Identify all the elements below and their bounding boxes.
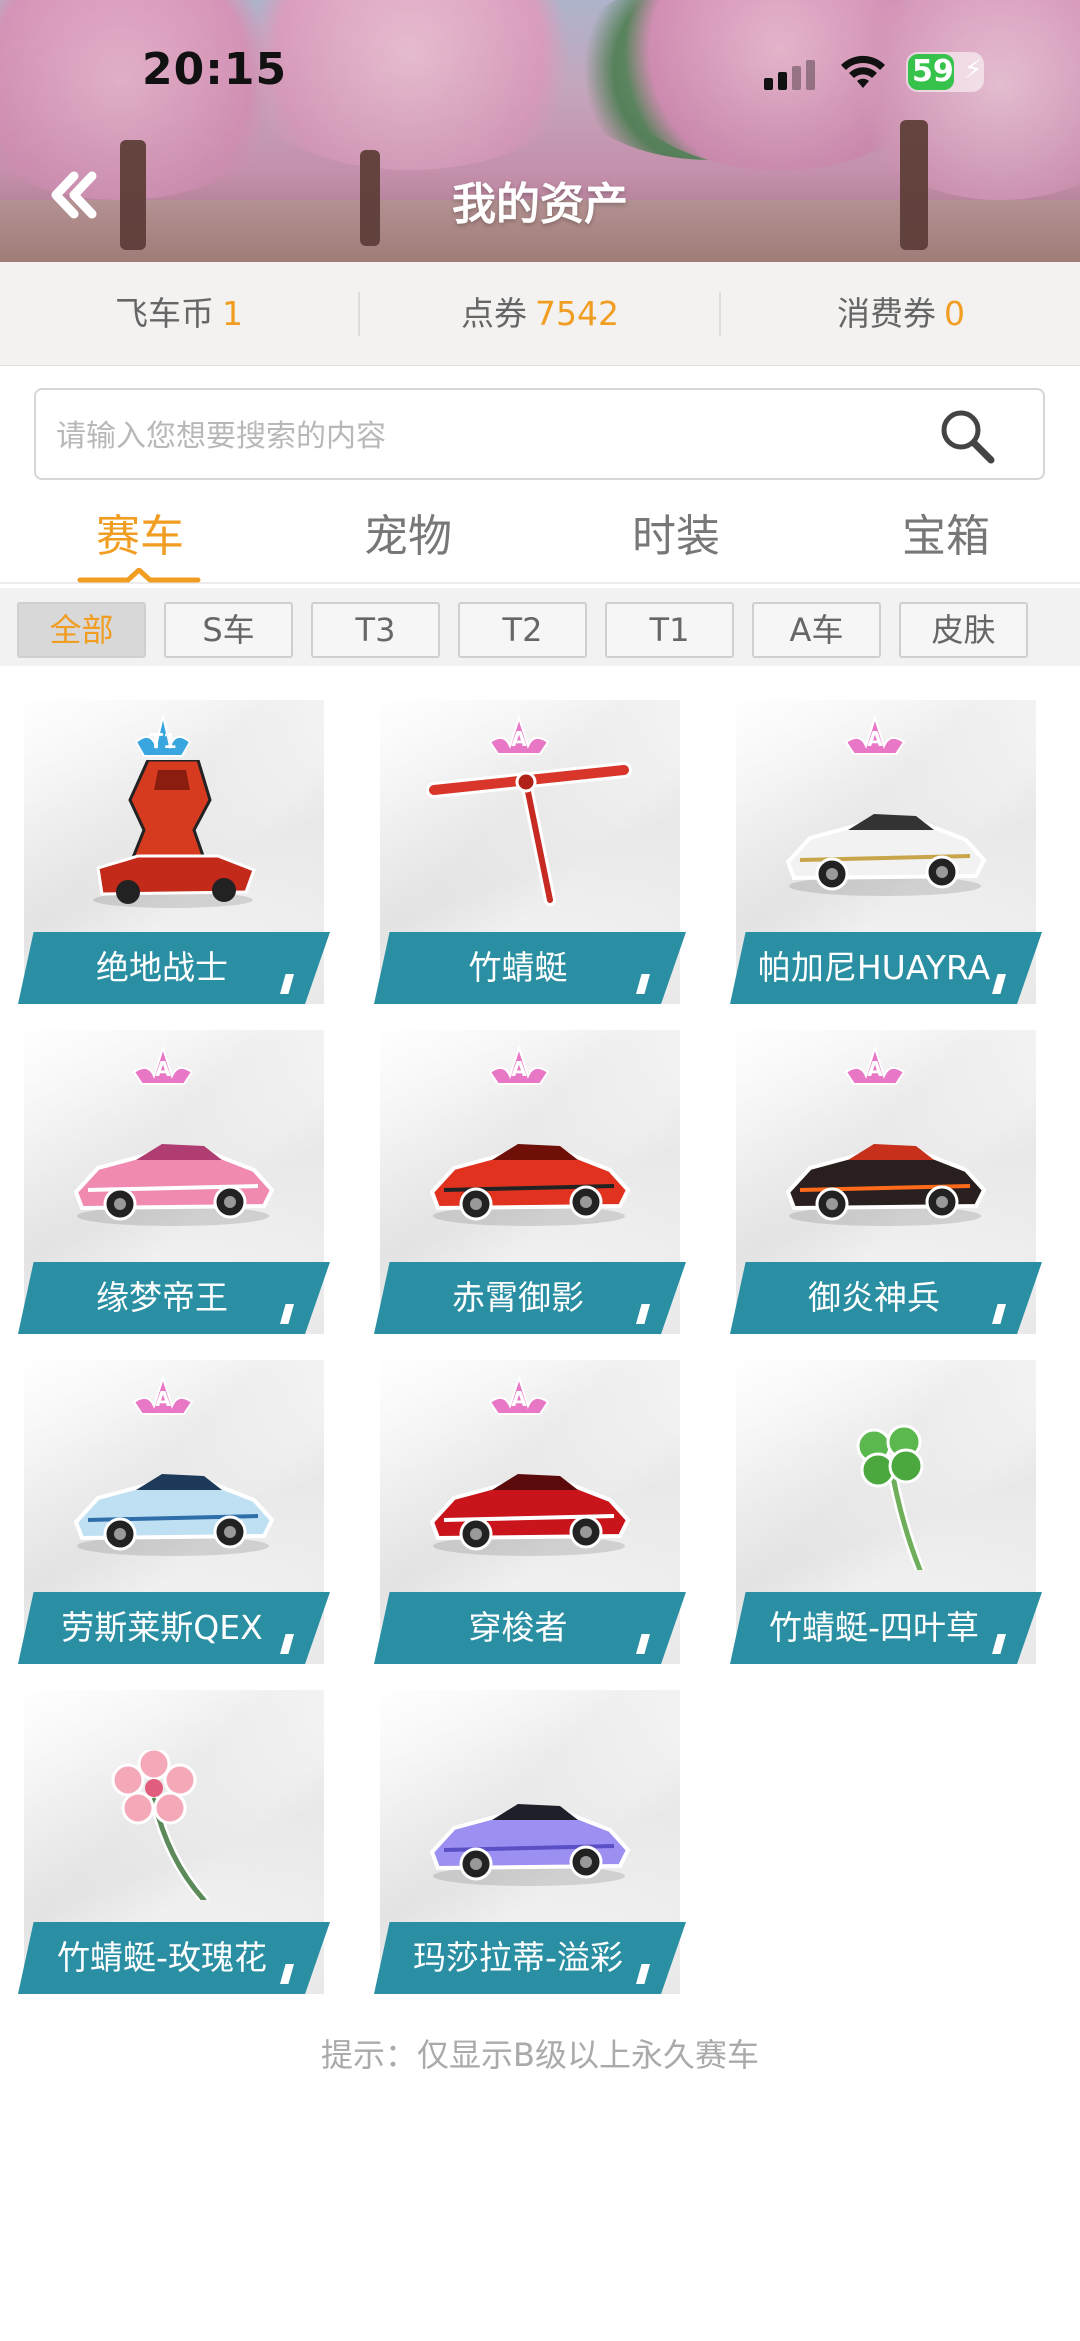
grade-a-badge-icon: A [484, 1042, 554, 1090]
purple-supercar-icon [414, 1750, 644, 1900]
asset-card[interactable]: A 帕加尼HUAYRA [730, 700, 1060, 1012]
currency-value: 7542 [535, 294, 619, 333]
svg-text:T1: T1 [149, 729, 177, 753]
asset-name: 竹蜻蜓-四叶草 [769, 1608, 979, 1647]
grade-t1-badge-icon: T1 [128, 712, 198, 760]
currency-label: 消费券 [837, 294, 936, 333]
asset-card[interactable]: A 缘梦帝王 [18, 1030, 348, 1342]
currency-value: 1 [222, 294, 243, 333]
asset-name: 御炎神兵 [808, 1278, 940, 1317]
asset-card[interactable]: 竹蜻蜓-玫瑰花 [18, 1690, 348, 2002]
currency-coins: 飞车币 1 [0, 262, 358, 366]
red-racer-icon [414, 1090, 644, 1240]
filter-a-car[interactable]: A车 [752, 602, 881, 658]
filter-all[interactable]: 全部 [17, 602, 146, 658]
active-tab-indicator [77, 568, 201, 583]
white-supercar-icon [770, 760, 1000, 910]
asset-name: 穿梭者 [468, 1608, 568, 1647]
grade-a-badge-icon: A [840, 712, 910, 760]
svg-text:A: A [867, 727, 883, 751]
search-input[interactable] [56, 410, 936, 462]
currency-label: 点券 [461, 294, 527, 333]
blue-concept-car-icon [58, 1420, 288, 1570]
asset-card[interactable]: A 劳斯莱斯QEX [18, 1360, 348, 1672]
grade-a-badge-icon: A [484, 712, 554, 760]
currency-vouchers: 消费券 0 [722, 262, 1080, 366]
search-icon[interactable] [937, 406, 997, 466]
grade-filter-bar: 全部 S车 T3 T2 T1 A车 皮肤 [0, 588, 1080, 666]
red-roadster-icon [414, 1420, 644, 1570]
tab-racing-cars[interactable]: 赛车 [40, 500, 240, 564]
cellular-signal-icon [764, 60, 820, 90]
asset-name: 劳斯莱斯QEX [61, 1608, 263, 1647]
svg-text:A: A [867, 1057, 883, 1081]
asset-card[interactable]: A 御炎神兵 [730, 1030, 1060, 1342]
grade-a-badge-icon: A [840, 1042, 910, 1090]
wifi-icon [841, 55, 885, 88]
grade-a-badge-icon: A [484, 1372, 554, 1420]
hint-text: 提示：仅显示B级以上永久赛车 [321, 2036, 759, 2074]
currency-value: 0 [944, 294, 965, 333]
clover-dragonfly-icon [770, 1420, 1000, 1575]
svg-text:A: A [155, 1387, 171, 1411]
asset-card[interactable]: A 竹蜻蜓 [374, 700, 704, 1012]
grade-a-badge-icon: A [128, 1042, 198, 1090]
page-title: 我的资产 [452, 179, 628, 230]
asset-name: 竹蜻蜓 [468, 948, 568, 987]
pink-racer-icon [58, 1090, 288, 1240]
battery-icon: 59 ⚡ [906, 52, 984, 92]
asset-name: 玛莎拉蒂-溢彩 [413, 1938, 623, 1977]
status-time: 20:15 [142, 44, 288, 95]
category-tabs: 赛车 宠物 时装 宝箱 [0, 500, 1080, 584]
asset-name: 绝地战士 [96, 948, 228, 987]
asset-card[interactable]: T1 绝地战士 [18, 700, 348, 1012]
filter-t3[interactable]: T3 [311, 602, 440, 658]
flower-dragonfly-icon [58, 1747, 288, 1905]
grade-a-badge-icon: A [128, 1372, 198, 1420]
svg-text:A: A [511, 1057, 527, 1081]
svg-text:A: A [511, 1387, 527, 1411]
filter-s-car[interactable]: S车 [164, 602, 293, 658]
battery-level: 59 [912, 54, 954, 89]
asset-name: 竹蜻蜓-玫瑰花 [57, 1938, 267, 1977]
currency-label: 飞车币 [115, 294, 214, 333]
flame-racer-icon [770, 1090, 1000, 1240]
asset-card[interactable]: A 赤霄御影 [374, 1030, 704, 1342]
search-box [34, 388, 1045, 480]
filter-t1[interactable]: T1 [605, 602, 734, 658]
tab-fashion[interactable]: 时装 [576, 500, 776, 564]
svg-text:A: A [155, 1057, 171, 1081]
asset-name: 帕加尼HUAYRA [757, 948, 991, 987]
tab-pets[interactable]: 宠物 [308, 500, 508, 564]
red-mech-car-icon [58, 758, 288, 910]
filter-t2[interactable]: T2 [458, 602, 587, 658]
tab-chests[interactable]: 宝箱 [846, 500, 1046, 564]
filter-skin[interactable]: 皮肤 [899, 602, 1028, 658]
currency-points: 点券 7542 [361, 262, 719, 366]
asset-card[interactable]: 玛莎拉蒂-溢彩 [374, 1690, 704, 2002]
asset-card[interactable]: A 穿梭者 [374, 1360, 704, 1672]
bamboo-dragonfly-icon [414, 760, 644, 910]
asset-name: 赤霄御影 [452, 1278, 584, 1317]
currency-bar: 飞车币 1 点券 7542 消费券 0 [0, 262, 1080, 366]
asset-name: 缘梦帝王 [96, 1278, 228, 1317]
svg-text:A: A [511, 727, 527, 751]
asset-card[interactable]: 竹蜻蜓-四叶草 [730, 1360, 1060, 1672]
